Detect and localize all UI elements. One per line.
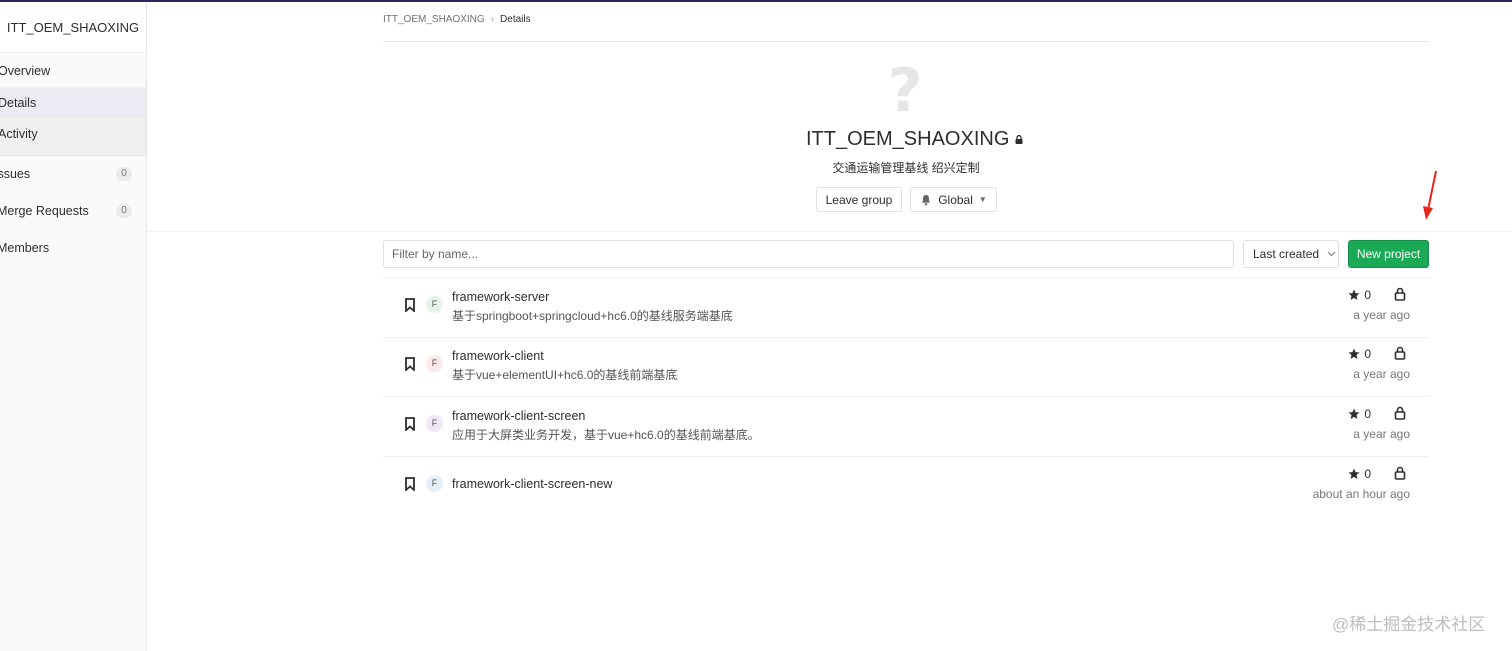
notification-dropdown[interactable]: Global ▼ <box>910 187 997 212</box>
project-name[interactable]: framework-server <box>452 290 549 304</box>
sidebar-item-overview[interactable]: Overview <box>0 56 146 86</box>
header-divider <box>147 231 1512 232</box>
annotation-arrow-icon <box>1423 170 1437 220</box>
sidebar-item-label: Activity <box>0 127 38 141</box>
sidebar-group-name[interactable]: ITT_OEM_SHAOXING <box>0 2 146 53</box>
project-avatar: F <box>426 355 443 372</box>
leave-group-button[interactable]: Leave group <box>816 187 902 212</box>
star-icon <box>1348 408 1360 419</box>
chevron-down-icon <box>1327 251 1336 257</box>
watermark: @稀土掘金技术社区 <box>1332 615 1486 634</box>
breadcrumb: ITT_OEM_SHAOXING › Details <box>383 14 531 25</box>
star-count: 0 <box>1364 407 1371 421</box>
sidebar-item-members[interactable]: Members <box>0 233 146 263</box>
project-name[interactable]: framework-client-screen-new <box>452 477 612 491</box>
merge-requests-count-badge: 0 <box>116 204 132 218</box>
project-updated-time: a year ago <box>1353 427 1410 441</box>
breadcrumb-divider <box>383 41 1429 42</box>
sidebar: ITT_OEM_SHAOXING Overview Details Activi… <box>0 2 147 651</box>
project-row[interactable]: F framework-server 基于springboot+springcl… <box>383 277 1429 338</box>
star-count: 0 <box>1364 288 1371 302</box>
project-row[interactable]: F framework-client-screen-new 0 about an… <box>383 457 1429 516</box>
group-title: ITT_OEM_SHAOXING <box>806 128 1023 151</box>
project-stars: 0 <box>1348 288 1371 302</box>
sidebar-item-label: Details <box>0 96 37 110</box>
star-icon <box>1348 468 1360 479</box>
sidebar-item-details[interactable]: Details <box>0 88 146 118</box>
star-count: 0 <box>1364 467 1371 481</box>
bookmark-icon[interactable] <box>404 477 416 491</box>
group-name: ITT_OEM_SHAOXING <box>806 128 1010 150</box>
bookmark-icon[interactable] <box>404 357 416 371</box>
group-avatar-placeholder-icon: ? <box>887 56 923 126</box>
group-description: 交通运输管理基线 绍兴定制 <box>832 161 980 175</box>
project-description: 基于springboot+springcloud+hc6.0的基线服务端基底 <box>452 309 733 323</box>
project-avatar: F <box>426 475 443 492</box>
project-avatar: F <box>426 296 443 313</box>
project-description: 应用于大屏类业务开发，基于vue+hc6.0的基线前端基底。 <box>452 428 760 442</box>
project-updated-time: a year ago <box>1353 367 1410 381</box>
bell-icon <box>921 194 931 205</box>
sidebar-item-merge-requests[interactable]: Merge Requests 0 <box>0 196 146 226</box>
star-count: 0 <box>1364 347 1371 361</box>
new-project-button[interactable]: New project <box>1348 240 1429 268</box>
leave-group-label: Leave group <box>825 192 893 207</box>
breadcrumb-current: Details <box>500 14 531 25</box>
project-name[interactable]: framework-client <box>452 349 544 363</box>
lock-icon <box>1015 135 1023 144</box>
star-icon <box>1348 289 1360 300</box>
project-stars: 0 <box>1348 467 1371 481</box>
filter-projects-input[interactable] <box>383 240 1234 268</box>
notification-label: Global <box>938 192 973 207</box>
sidebar-divider <box>0 155 146 156</box>
project-row[interactable]: F framework-client-screen 应用于大屏类业务开发，基于v… <box>383 397 1429 457</box>
sidebar-item-label: Overview <box>0 64 51 78</box>
bookmark-icon[interactable] <box>404 417 416 431</box>
sort-label: Last created <box>1253 247 1320 261</box>
lock-icon <box>1394 287 1406 301</box>
bookmark-icon[interactable] <box>404 298 416 312</box>
project-stars: 0 <box>1348 347 1371 361</box>
top-bar <box>0 0 1512 2</box>
lock-icon <box>1394 466 1406 480</box>
lock-icon <box>1394 406 1406 420</box>
project-name[interactable]: framework-client-screen <box>452 409 585 423</box>
lock-icon <box>1394 346 1406 360</box>
project-avatar: F <box>426 415 443 432</box>
caret-down-icon: ▼ <box>978 195 987 204</box>
chevron-right-icon: › <box>490 14 495 25</box>
sidebar-item-activity[interactable]: Activity <box>0 119 146 149</box>
project-stars: 0 <box>1348 407 1371 421</box>
star-icon <box>1348 348 1360 359</box>
project-updated-time: about an hour ago <box>1312 487 1410 501</box>
project-description: 基于vue+elementUI+hc6.0的基线前端基底 <box>452 368 678 382</box>
breadcrumb-root[interactable]: ITT_OEM_SHAOXING <box>383 14 485 25</box>
project-updated-time: a year ago <box>1353 308 1410 322</box>
sort-dropdown[interactable]: Last created <box>1243 240 1339 268</box>
project-row[interactable]: F framework-client 基于vue+elementUI+hc6.0… <box>383 337 1429 397</box>
sidebar-item-label: Merge Requests <box>0 204 89 218</box>
sidebar-item-label: Members <box>0 241 50 255</box>
